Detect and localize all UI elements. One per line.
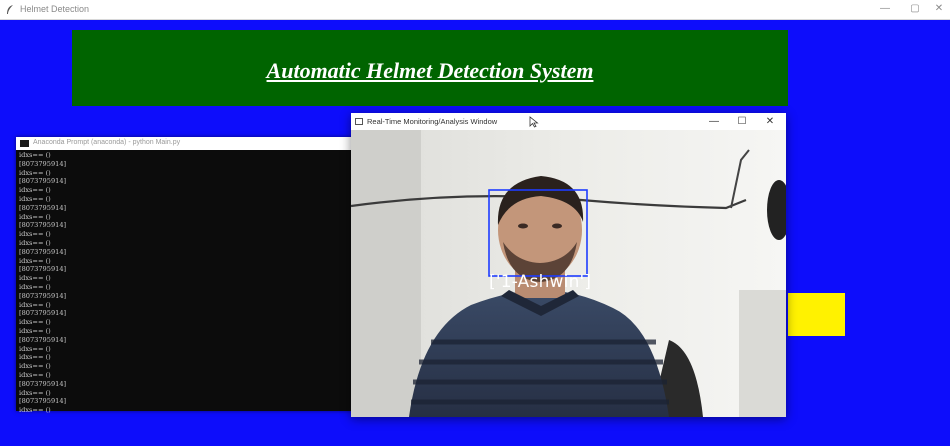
console-line: idxs== () xyxy=(19,362,51,371)
console-line: [8073795914] xyxy=(19,309,67,318)
console-line: idxs== () xyxy=(19,194,51,203)
title-banner: Automatic Helmet Detection System xyxy=(72,30,788,106)
console-line: [8073795914] xyxy=(19,265,67,274)
console-line: idxs== () xyxy=(19,186,51,195)
console-window[interactable]: Anaconda Prompt (anaconda) - python Main… xyxy=(16,137,361,414)
console-line: idxs== () xyxy=(19,406,51,415)
console-line: idxs== () xyxy=(19,230,51,239)
console-line: [8073795914] xyxy=(19,291,67,300)
console-line: idxs== () xyxy=(19,326,51,335)
console-line: idxs== () xyxy=(19,388,51,397)
console-line: idxs== () xyxy=(19,353,51,362)
console-line: [8073795914] xyxy=(19,247,67,256)
console-line: idxs== () xyxy=(19,274,51,283)
console-line: [8073795914] xyxy=(19,397,67,406)
banner-title: Automatic Helmet Detection System xyxy=(266,58,594,83)
console-line: [8073795914] xyxy=(19,177,67,186)
console-line: [8073795914] xyxy=(19,335,67,344)
terminal-icon xyxy=(20,140,29,147)
console-line: [8073795914] xyxy=(19,221,67,230)
maximize-button[interactable]: ▢ xyxy=(908,3,922,14)
close-button[interactable]: ✕ xyxy=(932,3,946,14)
console-line: idxs== () xyxy=(19,282,51,291)
detection-label: ['1-Ashwin'] xyxy=(489,272,592,292)
console-line: idxs== () xyxy=(19,300,51,309)
console-line: [8073795914] xyxy=(19,203,67,212)
app-titlebar: Helmet Detection — ▢ ✕ xyxy=(0,0,950,20)
console-line: idxs== () xyxy=(19,168,51,177)
feather-icon xyxy=(7,5,13,14)
console-line: idxs== () xyxy=(19,151,51,159)
console-titlebar[interactable]: Anaconda Prompt (anaconda) - python Main… xyxy=(16,137,361,150)
camera-feed: ['1-Ashwin'] xyxy=(351,130,786,417)
monitoring-window[interactable]: Real-Time Monitoring/Analysis Window — ☐… xyxy=(351,113,786,417)
monitor-title: Real-Time Monitoring/Analysis Window xyxy=(367,117,498,126)
console-line: idxs== () xyxy=(19,370,51,379)
minimize-button[interactable]: — xyxy=(878,3,892,14)
console-line: [8073795914] xyxy=(19,159,67,168)
console-line: idxs== () xyxy=(19,318,51,327)
window-icon xyxy=(355,118,363,125)
console-output: idxs== () [8073795914] idxs== () [807379591… xyxy=(16,150,361,416)
status-indicator-box xyxy=(788,293,845,336)
app-title: Helmet Detection xyxy=(20,4,90,14)
monitor-maximize-button[interactable]: ☐ xyxy=(735,116,749,127)
console-line: idxs== () xyxy=(19,344,51,353)
mouse-cursor-icon xyxy=(529,116,539,128)
monitor-titlebar[interactable]: Real-Time Monitoring/Analysis Window — ☐… xyxy=(351,113,786,130)
monitor-close-button[interactable]: ✕ xyxy=(763,116,777,127)
monitor-minimize-button[interactable]: — xyxy=(707,116,721,127)
console-title: Anaconda Prompt (anaconda) - python Main… xyxy=(33,139,181,146)
console-line: idxs== () xyxy=(19,238,51,247)
console-line: idxs== () xyxy=(19,212,51,221)
console-line: [8073795914] xyxy=(19,379,67,388)
console-line: idxs== () xyxy=(19,256,51,265)
